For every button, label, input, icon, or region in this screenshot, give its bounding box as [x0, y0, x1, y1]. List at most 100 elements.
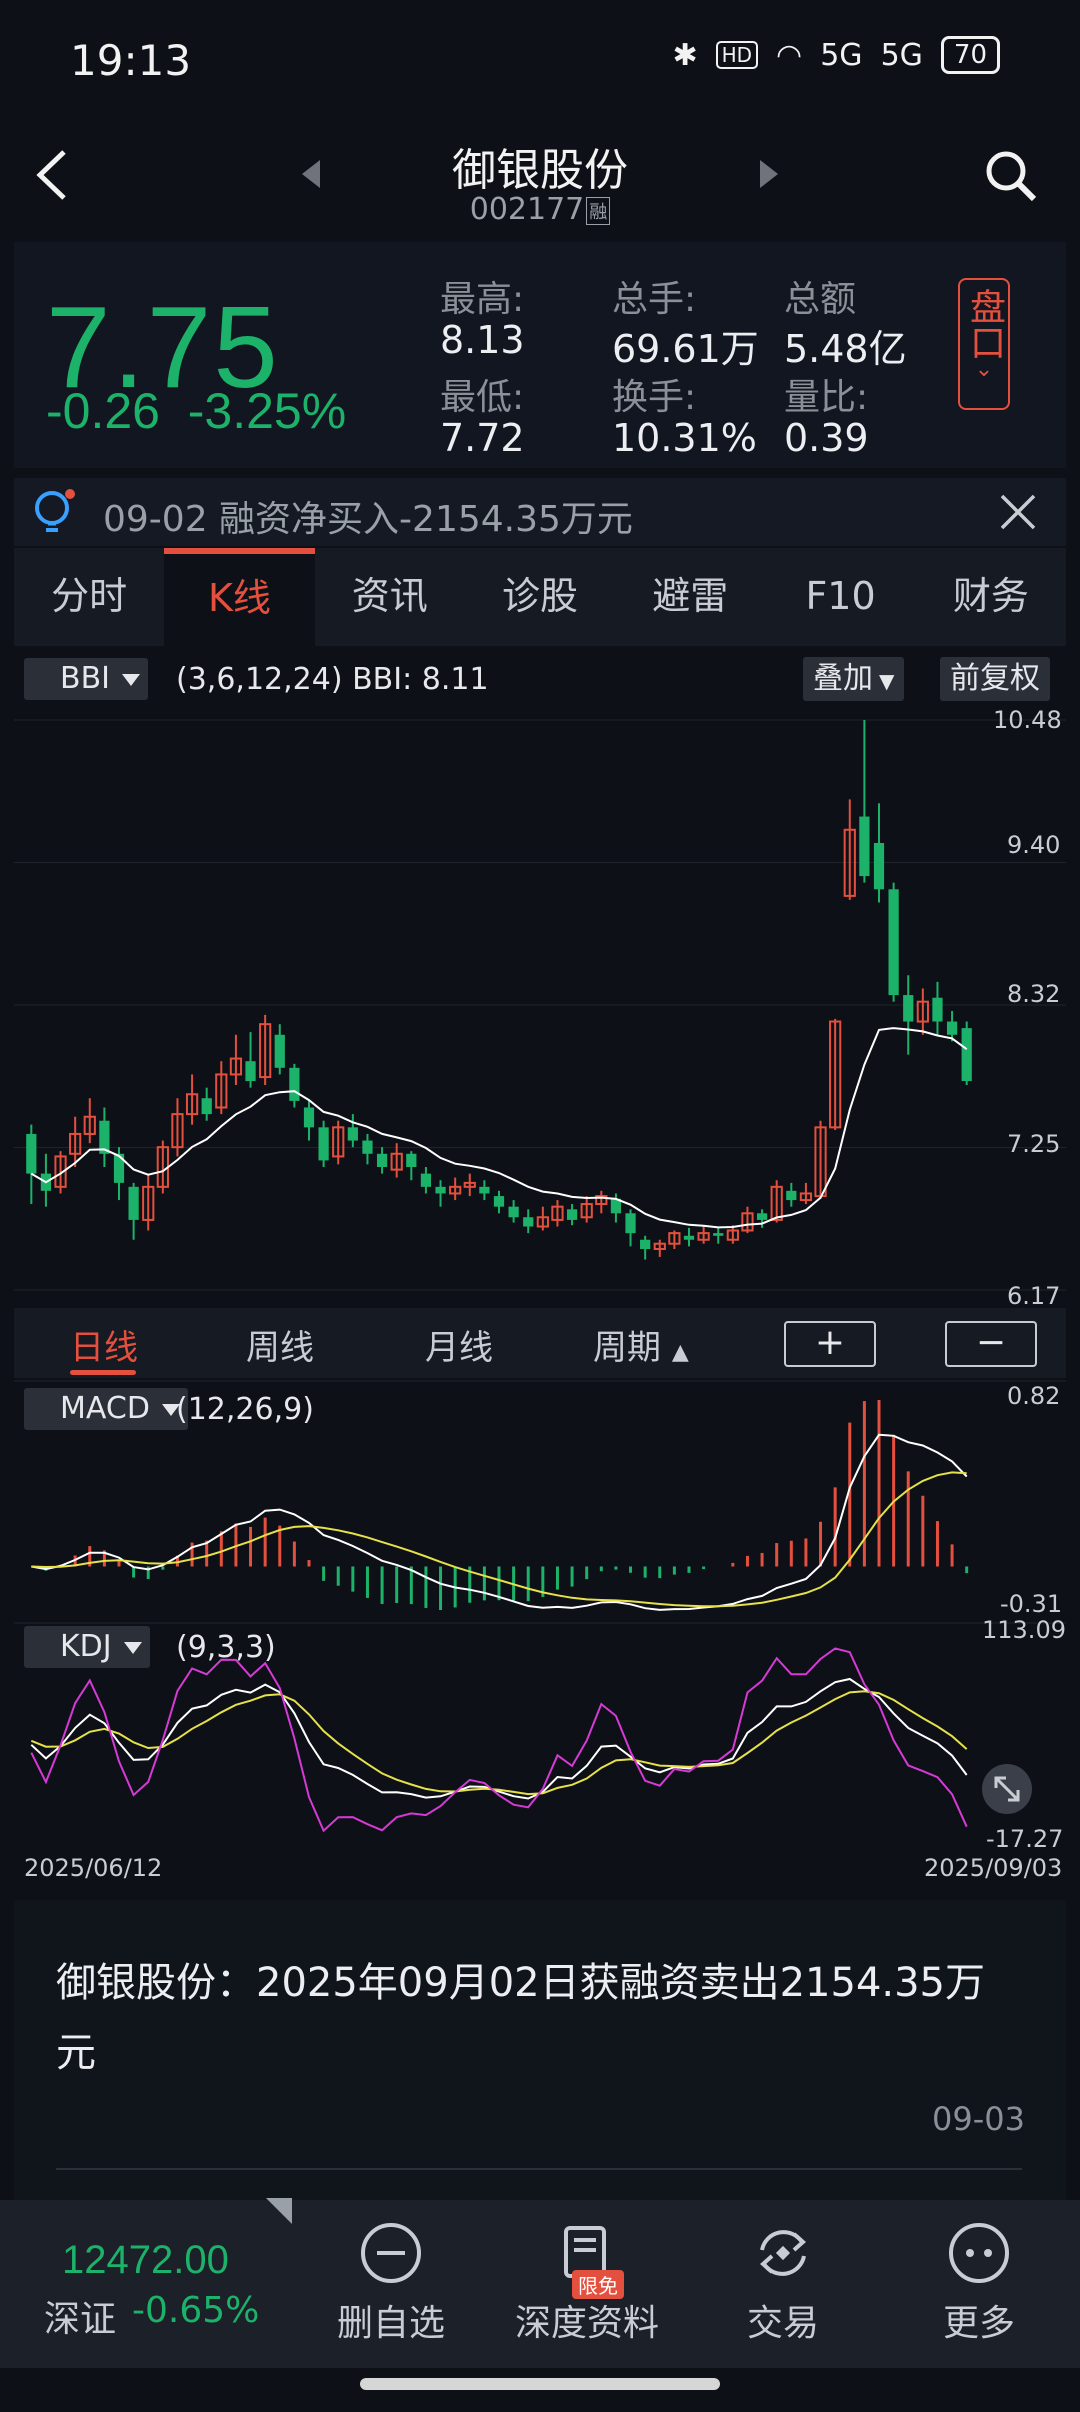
lightbulb-icon: [35, 489, 75, 532]
adjust-button[interactable]: 前复权: [940, 657, 1050, 701]
stock-name: 御银股份: [452, 145, 628, 196]
low-label: 最低:: [440, 377, 525, 418]
macd-indicator-select[interactable]: MACD: [24, 1388, 188, 1430]
candle[interactable]: [376, 1153, 388, 1168]
index-change[interactable]: -0.65%: [132, 2290, 259, 2331]
macd-min: -0.31: [1000, 1590, 1063, 1618]
zoom-in-button[interactable]: +: [784, 1321, 876, 1367]
turnover-label: 换手:: [612, 377, 697, 418]
candle[interactable]: [245, 1061, 256, 1082]
tab-diagnosis[interactable]: 诊股: [465, 548, 615, 646]
tab-f10[interactable]: F10: [765, 548, 915, 646]
candlestick-chart[interactable]: [14, 700, 1066, 1310]
free-badge: 限免: [572, 2270, 624, 2299]
kdj-indicator-select[interactable]: KDJ: [24, 1626, 150, 1668]
kdj-j-line: [30, 1647, 968, 1833]
bluetooth-icon: ✱: [672, 37, 698, 73]
period-select-label: 周期: [593, 1328, 661, 1368]
period-daily[interactable]: 日线: [70, 1320, 138, 1369]
candle[interactable]: [713, 1233, 724, 1236]
chevron-down-icon: ⌄: [974, 357, 994, 382]
overlay-button[interactable]: 叠加 ▼: [803, 657, 905, 701]
candle[interactable]: [347, 1127, 358, 1141]
expand-button[interactable]: [982, 1764, 1032, 1814]
period-weekly[interactable]: 周线: [246, 1320, 314, 1369]
candle[interactable]: [566, 1209, 578, 1220]
turnover-value: 10.31%: [612, 416, 757, 460]
remove-watchlist-button[interactable]: 删自选: [296, 2220, 486, 2346]
candle[interactable]: [128, 1186, 139, 1220]
index-name[interactable]: 深证: [44, 2290, 116, 2342]
candle[interactable]: [420, 1173, 432, 1187]
candle[interactable]: [508, 1206, 519, 1218]
candle[interactable]: [362, 1140, 373, 1154]
trade-label: 交易: [746, 2303, 819, 2344]
tab-kline[interactable]: K线: [164, 548, 315, 646]
date-start: 2025/06/12: [24, 1854, 163, 1882]
candle[interactable]: [946, 1021, 958, 1035]
deep-data-button[interactable]: 限免 深度资料: [492, 2220, 682, 2346]
chevron-up-icon: ▲: [671, 1340, 689, 1365]
amount-label: 总额: [784, 279, 857, 320]
hd-icon: HD: [715, 41, 759, 69]
kdj-params: (9,3,3): [176, 1630, 276, 1665]
tab-finance[interactable]: 财务: [916, 548, 1066, 646]
signal-icon-2: 5G: [880, 37, 923, 73]
candle[interactable]: [640, 1239, 651, 1250]
candle[interactable]: [201, 1098, 212, 1115]
kdj-min: -17.27: [986, 1825, 1064, 1853]
candle[interactable]: [932, 997, 943, 1022]
candle[interactable]: [435, 1186, 446, 1194]
candle[interactable]: [479, 1186, 490, 1194]
next-stock-icon[interactable]: [760, 160, 778, 188]
candle[interactable]: [859, 816, 870, 877]
main-indicator-select[interactable]: BBI: [24, 658, 149, 700]
period-select[interactable]: 周期 ▲: [593, 1320, 689, 1369]
news-ticker-text[interactable]: 09-02 融资净买入-2154.35万元: [103, 490, 633, 542]
margin-badge: 融: [586, 196, 611, 225]
candle[interactable]: [26, 1133, 37, 1174]
home-indicator[interactable]: [360, 2378, 720, 2390]
news-title[interactable]: 御银股份：2025年09月02日获融资卖出2154.35万元: [56, 1948, 1016, 2088]
candle[interactable]: [303, 1107, 315, 1128]
tab-news[interactable]: 资讯: [315, 548, 465, 646]
low-value: 7.72: [440, 416, 525, 460]
search-icon[interactable]: [980, 145, 1040, 205]
close-icon[interactable]: [996, 490, 1040, 534]
divider: [56, 2168, 1022, 2170]
candle[interactable]: [274, 1034, 285, 1068]
candle[interactable]: [888, 889, 899, 996]
pankou-button[interactable]: 盘口 ⌄: [958, 278, 1010, 410]
y-tick-2: 9.40: [1007, 831, 1061, 859]
candle[interactable]: [683, 1235, 695, 1240]
news-date: 09-03: [932, 2100, 1025, 2138]
kdj-indicator-label: KDJ: [60, 1629, 112, 1664]
corner-triangle-icon: [266, 2198, 292, 2224]
date-end: 2025/09/03: [924, 1854, 1063, 1882]
tab-risk[interactable]: 避雷: [615, 548, 765, 646]
candle[interactable]: [318, 1127, 329, 1161]
candle[interactable]: [523, 1217, 534, 1227]
candle[interactable]: [903, 995, 914, 1022]
trade-button[interactable]: 交易: [688, 2220, 878, 2346]
candle[interactable]: [756, 1213, 768, 1220]
kdj-chart[interactable]: [14, 1622, 1066, 1852]
overlay-label: 叠加: [813, 661, 873, 696]
candle[interactable]: [961, 1028, 972, 1082]
minus-circle-icon: [361, 2223, 421, 2283]
chevron-down-icon: ▼: [879, 669, 895, 693]
more-button[interactable]: 更多: [884, 2220, 1074, 2346]
zoom-out-button[interactable]: −: [945, 1321, 1037, 1367]
index-value[interactable]: 12472.00: [62, 2238, 229, 2283]
candle[interactable]: [493, 1196, 505, 1207]
price-change: -0.26 -3.25%: [46, 382, 346, 440]
candle[interactable]: [289, 1067, 300, 1101]
period-monthly[interactable]: 月线: [425, 1320, 493, 1369]
candle[interactable]: [786, 1190, 797, 1201]
candle[interactable]: [873, 842, 885, 890]
candle[interactable]: [625, 1213, 636, 1234]
candle[interactable]: [406, 1153, 417, 1168]
tab-fenshi[interactable]: 分时: [14, 548, 164, 646]
high-label: 最高:: [440, 279, 525, 320]
y-tick-5: 6.17: [1007, 1282, 1061, 1310]
